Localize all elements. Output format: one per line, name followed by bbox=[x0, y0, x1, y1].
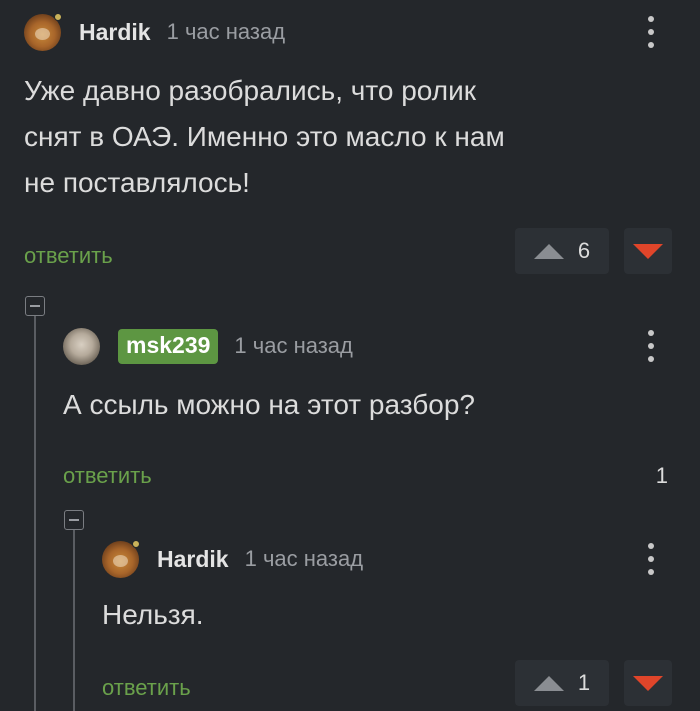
comment-footer: ответить 6 bbox=[24, 228, 700, 284]
collapse-thread-button[interactable] bbox=[25, 296, 45, 316]
comment: msk239 1 час назад А ссыль можно на этот… bbox=[63, 318, 700, 504]
comment-header: Hardik 1 час назад bbox=[102, 534, 700, 584]
thread-line bbox=[73, 530, 75, 711]
comment-text-line: Нельзя. bbox=[102, 599, 204, 630]
upvote-button[interactable]: 1 bbox=[515, 660, 609, 706]
upvote-arrow-icon bbox=[533, 243, 564, 259]
comment-text-line: А ссыль можно на этот разбор? bbox=[63, 389, 476, 420]
downvote-button[interactable] bbox=[624, 228, 672, 274]
comment-text: Уже давно разобрались, что ролик снят в … bbox=[24, 68, 700, 206]
rating-count: 6 bbox=[577, 238, 591, 263]
avatar[interactable] bbox=[102, 539, 140, 578]
rating-count: 1 bbox=[655, 463, 668, 488]
online-indicator-icon bbox=[54, 12, 62, 21]
collapse-thread-button[interactable] bbox=[64, 510, 84, 530]
comment-footer: ответить 1 bbox=[102, 660, 700, 711]
comment-text-line: снят в ОАЭ. Именно это масло к нам bbox=[24, 121, 505, 152]
comment-author[interactable]: msk239 bbox=[118, 328, 219, 364]
comment-header: Hardik 1 час назад bbox=[24, 0, 700, 64]
more-options-icon[interactable] bbox=[646, 330, 656, 362]
comment-text: Нельзя. bbox=[102, 592, 700, 638]
thread-line bbox=[34, 316, 36, 711]
comment: Hardik 1 час назад Нельзя. ответить 1 bbox=[102, 534, 700, 711]
downvote-arrow-icon bbox=[633, 243, 663, 259]
comment-text-line: Уже давно разобрались, что ролик bbox=[24, 75, 476, 106]
comment-time: 1 час назад bbox=[244, 546, 364, 571]
avatar[interactable] bbox=[24, 12, 62, 51]
comment-text: А ссыль можно на этот разбор? bbox=[63, 382, 700, 428]
upvote-button[interactable]: 6 bbox=[515, 228, 609, 274]
comment-text-line: не поставлялось! bbox=[24, 167, 250, 198]
comment-time: 1 час назад bbox=[234, 333, 353, 358]
reply-link[interactable]: ответить bbox=[102, 675, 191, 701]
comment-footer: ответить 1 bbox=[63, 448, 700, 504]
rating-count: 1 bbox=[577, 670, 591, 695]
comment-time: 1 час назад bbox=[166, 19, 286, 44]
more-options-icon[interactable] bbox=[646, 16, 656, 48]
comment: Hardik 1 час назад Уже давно разобрались… bbox=[24, 0, 700, 284]
upvote-arrow-icon bbox=[533, 675, 564, 691]
downvote-button[interactable] bbox=[624, 660, 672, 706]
reply-link[interactable]: ответить bbox=[24, 243, 113, 269]
more-options-icon[interactable] bbox=[646, 543, 656, 575]
reply-link[interactable]: ответить bbox=[63, 463, 152, 489]
comment-author[interactable]: Hardik bbox=[79, 19, 151, 46]
comment-author[interactable]: Hardik bbox=[157, 546, 229, 573]
downvote-arrow-icon bbox=[633, 675, 663, 691]
comment-header: msk239 1 час назад bbox=[63, 318, 700, 374]
online-indicator-icon bbox=[132, 539, 140, 548]
avatar[interactable] bbox=[63, 327, 100, 365]
comments-thread: Hardik 1 час назад Уже давно разобрались… bbox=[0, 0, 700, 711]
